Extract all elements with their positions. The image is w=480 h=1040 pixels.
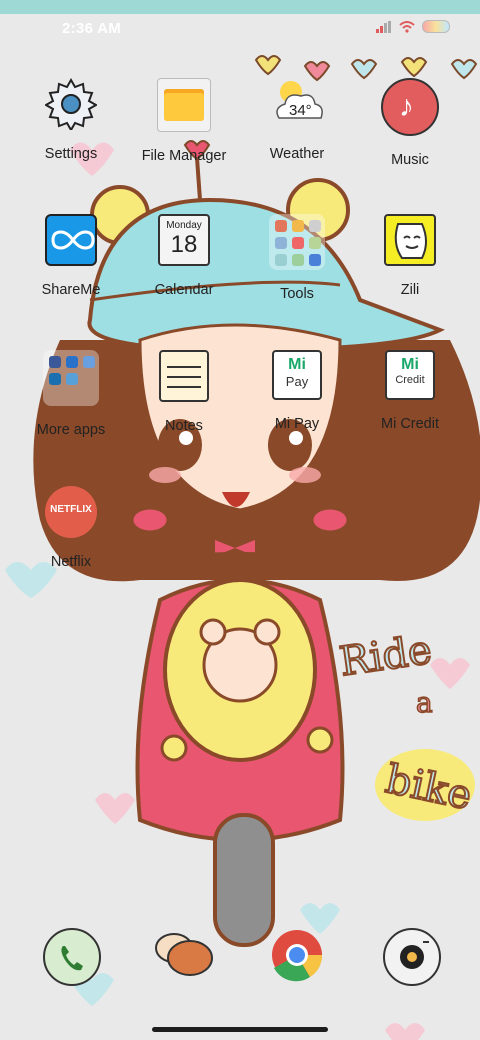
app-zili[interactable]: Zili (350, 214, 470, 298)
app-settings[interactable]: Settings (11, 77, 131, 162)
battery-icon (422, 20, 450, 33)
app-label: Weather (269, 146, 325, 162)
music-icon: ♪ (381, 78, 439, 136)
weather-icon: 34° (271, 78, 323, 130)
messages-icon (155, 933, 213, 976)
gesture-navigation-bar[interactable] (152, 1027, 328, 1032)
camera-icon (400, 941, 429, 969)
wallpaper-text-a: a (416, 686, 433, 719)
app-file-manager[interactable]: File Manager (124, 78, 244, 164)
app-calendar[interactable]: Monday 18 Calendar (124, 214, 244, 298)
app-label: Music (391, 152, 429, 168)
signal-icon (376, 20, 392, 33)
tools-folder-icon (269, 214, 325, 270)
app-shareme[interactable]: ShareMe (11, 214, 131, 298)
more-apps-folder-icon (43, 350, 99, 406)
app-label: Calendar (154, 282, 214, 298)
mi-pay-icon: Mi Pay (272, 350, 322, 400)
app-label: Settings (44, 146, 98, 162)
app-label: Tools (280, 286, 314, 302)
app-label: Zili (400, 282, 420, 298)
mi-pay-text: Pay (285, 374, 309, 389)
app-weather[interactable]: 34° Weather (237, 78, 357, 162)
notes-icon (159, 350, 209, 402)
calendar-icon: Monday 18 (158, 214, 210, 266)
wallpaper-text-ride: Ride (337, 627, 435, 685)
dock-camera[interactable] (383, 928, 441, 986)
app-notes[interactable]: Notes (124, 350, 244, 434)
weather-temp: 34° (289, 102, 312, 119)
wifi-icon (399, 20, 415, 33)
status-bar: 2:36 AM (0, 0, 480, 56)
netflix-wordmark: NETFLIX (50, 504, 92, 515)
settings-icon (43, 77, 99, 133)
mi-credit-icon: Mi Credit (385, 350, 435, 400)
calendar-day: Monday (166, 220, 202, 231)
app-label: File Manager (141, 148, 227, 164)
app-label: Netflix (50, 554, 92, 570)
folder-icon (157, 78, 211, 132)
app-mi-credit[interactable]: Mi Credit Mi Credit (350, 350, 470, 432)
dock-chrome[interactable] (270, 928, 324, 982)
app-label: ShareMe (41, 282, 101, 298)
app-netflix[interactable]: NETFLIX Netflix (11, 486, 131, 570)
netflix-icon: NETFLIX (45, 486, 97, 538)
app-label: Mi Credit (380, 416, 439, 432)
dock-phone[interactable] (43, 928, 101, 986)
app-label: Mi Pay (274, 416, 320, 432)
app-label: Notes (165, 418, 203, 434)
app-more-apps-folder[interactable]: More apps (11, 350, 131, 438)
dock-messages[interactable] (154, 930, 214, 982)
status-time: 2:36 AM (62, 20, 122, 37)
mi-credit-text: Credit (395, 374, 425, 386)
zili-icon (384, 214, 436, 266)
app-music[interactable]: ♪ Music (350, 78, 470, 168)
app-tools-folder[interactable]: Tools (237, 214, 357, 302)
app-label: More apps (36, 422, 106, 438)
phone-icon (61, 946, 83, 971)
app-mi-pay[interactable]: Mi Pay Mi Pay (237, 350, 357, 432)
chrome-icon (272, 930, 323, 982)
shareme-icon (45, 214, 97, 266)
calendar-date: 18 (170, 231, 198, 258)
